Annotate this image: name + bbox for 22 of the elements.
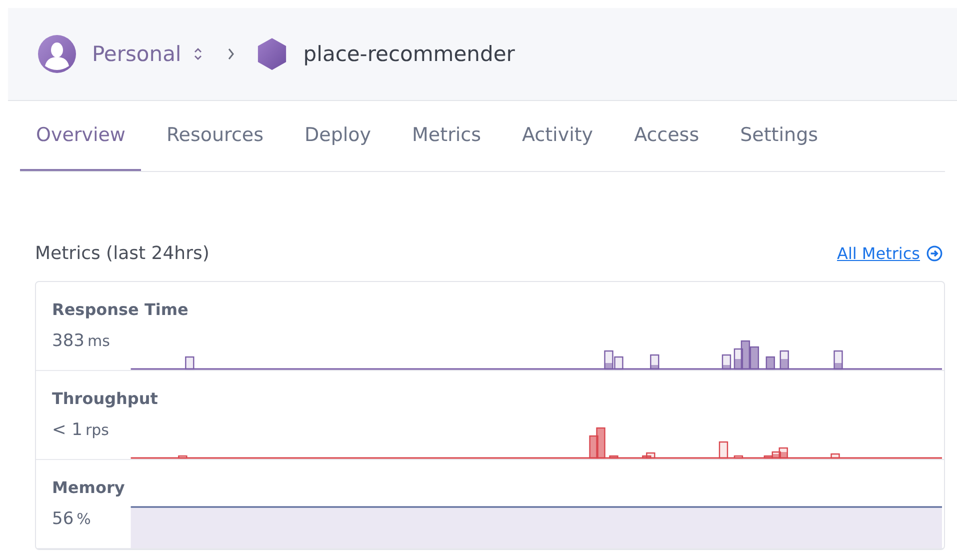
chevron-right-icon xyxy=(227,47,236,61)
section-title: Metrics (last 24hrs) xyxy=(35,242,210,264)
nav-tab[interactable]: Access xyxy=(618,101,716,171)
app-name[interactable]: place-recommender xyxy=(303,42,515,66)
metric-name: Memory xyxy=(52,478,125,497)
chevron-updown-icon[interactable] xyxy=(193,47,204,61)
metric-name: Throughput xyxy=(52,389,158,408)
arrow-circle-icon[interactable] xyxy=(926,244,943,262)
metric-name: Response Time xyxy=(52,300,188,319)
metric-value: < 1 rps xyxy=(52,420,109,440)
nav-tab[interactable]: Activity xyxy=(506,101,610,171)
metric-value: 383 ms xyxy=(52,331,110,351)
avatar-icon[interactable] xyxy=(38,35,76,73)
nav-tab[interactable]: Resources xyxy=(150,101,280,171)
account-switcher[interactable]: Personal xyxy=(92,42,182,66)
hexagon-icon xyxy=(257,37,288,71)
nav-tab[interactable]: Metrics xyxy=(396,101,497,171)
all-metrics-link[interactable]: All Metrics xyxy=(837,244,920,262)
nav-tab[interactable]: Settings xyxy=(724,101,834,171)
nav-tab[interactable]: Overview xyxy=(20,101,142,171)
nav-tab[interactable]: Deploy xyxy=(288,101,388,171)
metric-value: 56 % xyxy=(52,509,91,529)
